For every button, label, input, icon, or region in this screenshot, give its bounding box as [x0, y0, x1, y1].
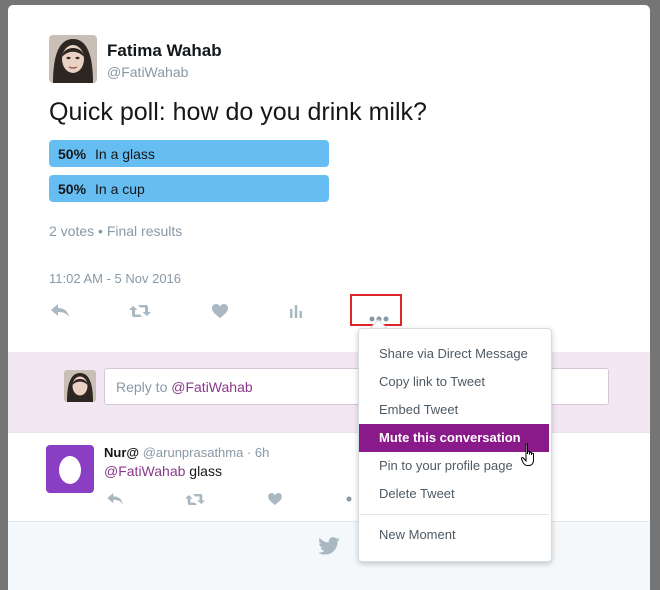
like-icon[interactable]: [264, 491, 286, 507]
author-handle[interactable]: @FatiWahab: [107, 64, 188, 80]
tweet-card: Fatima Wahab @FatiWahab Quick poll: how …: [8, 5, 650, 590]
menu-item-delete[interactable]: Delete Tweet: [359, 480, 549, 508]
avatar-photo: [49, 35, 97, 83]
reply-mention[interactable]: @FatiWahab: [104, 463, 185, 479]
poll-label: In a glass: [95, 145, 155, 162]
menu-item-copy-link[interactable]: Copy link to Tweet: [359, 368, 549, 396]
poll-label: In a cup: [95, 180, 145, 197]
analytics-icon[interactable]: [284, 302, 308, 320]
poll-option-glass: 50% In a glass: [49, 140, 329, 167]
current-user-avatar: [64, 370, 96, 402]
twitter-bird-icon: [318, 537, 340, 560]
author-name[interactable]: Fatima Wahab: [107, 41, 222, 61]
menu-divider: [359, 514, 549, 515]
reply-author-handle-time[interactable]: @arunprasathma · 6h: [143, 445, 270, 460]
tweet-timestamp[interactable]: 11:02 AM - 5 Nov 2016: [49, 271, 181, 286]
poll-summary: 2 votes • Final results: [49, 223, 183, 239]
retweet-icon[interactable]: [128, 302, 152, 320]
reply-text: @FatiWahab glass: [104, 463, 222, 479]
reply-author-name[interactable]: Nur@: [104, 445, 139, 460]
reply-body: glass: [185, 463, 222, 479]
poll-option-cup: 50% In a cup: [49, 175, 329, 202]
menu-item-new-moment[interactable]: New Moment: [359, 521, 549, 549]
reply-placeholder-mention: @FatiWahab: [171, 379, 253, 395]
reply-author: Nur@ @arunprasathma · 6h: [104, 445, 269, 460]
tweet-text: Quick poll: how do you drink milk?: [49, 98, 427, 126]
like-icon[interactable]: [208, 302, 232, 320]
reply-author-avatar[interactable]: [46, 445, 94, 493]
reply-icon[interactable]: [48, 302, 72, 320]
menu-item-embed[interactable]: Embed Tweet: [359, 396, 549, 424]
reply-placeholder: Reply to: [116, 379, 172, 395]
egg-icon: [59, 456, 81, 484]
author-avatar[interactable]: [49, 35, 97, 83]
poll-percent: 50%: [58, 180, 87, 197]
hand-cursor-icon: [520, 443, 539, 472]
poll-percent: 50%: [58, 145, 87, 162]
retweet-icon[interactable]: [184, 491, 206, 507]
reply-icon[interactable]: [104, 491, 126, 507]
menu-item-share-dm[interactable]: Share via Direct Message: [359, 340, 549, 368]
